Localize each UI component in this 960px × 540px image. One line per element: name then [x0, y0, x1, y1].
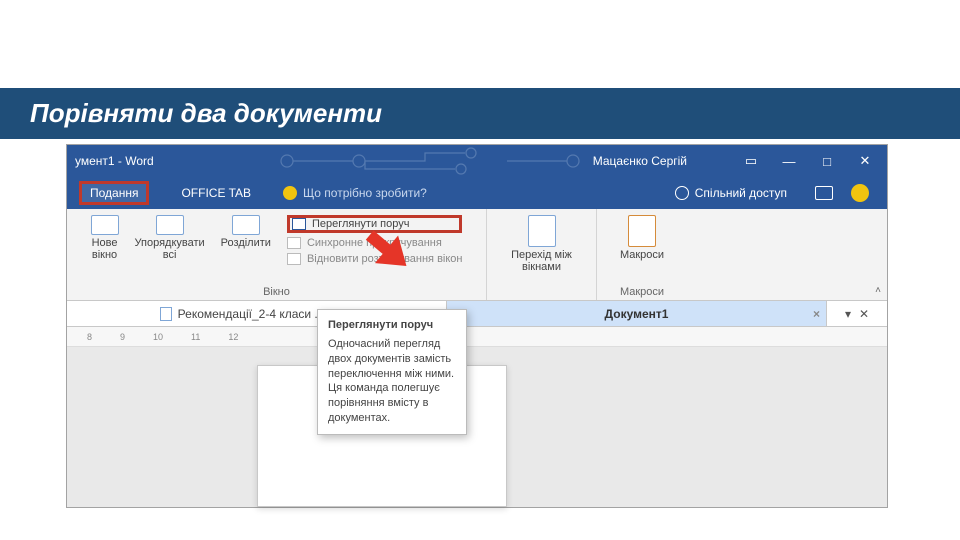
titlebar: умент1 - Word Мацаєнко Сергій ▭ — □ ✕ [67, 145, 887, 177]
maximize-button[interactable]: □ [809, 149, 845, 173]
document-icon [160, 307, 172, 321]
ribbon: Нове вікно Упорядкувати всі Розділити Пе… [67, 209, 887, 301]
tell-me-box[interactable]: Що потрібно зробити? [283, 186, 427, 200]
page-area [67, 347, 887, 507]
close-tab-icon[interactable]: × [813, 307, 820, 321]
switch-windows-icon [528, 215, 556, 247]
split-icon [232, 215, 260, 235]
document-title: умент1 - Word [75, 154, 154, 168]
side-by-side-icon [292, 218, 306, 230]
tab-menu-button[interactable]: ▾ [845, 307, 851, 321]
switch-windows-label: Перехід між вікнами [511, 249, 572, 273]
arrange-all-button[interactable]: Упорядкувати всі [135, 215, 205, 261]
callout-arrow [355, 218, 415, 278]
arrange-all-label: Упорядкувати всі [135, 237, 205, 261]
tooltip-side-by-side: Переглянути поруч Одночасний перегляд дв… [317, 309, 467, 435]
tooltip-title: Переглянути поруч [328, 318, 456, 333]
new-window-button[interactable]: Нове вікно [91, 215, 119, 261]
ruler-mark: 12 [228, 332, 238, 342]
macros-button[interactable]: Макроси [620, 215, 664, 261]
slide-title: Порівняти два документи [0, 88, 960, 139]
lightbulb-icon [283, 186, 297, 200]
close-button[interactable]: ✕ [847, 149, 883, 173]
ruler[interactable]: 8 9 10 11 12 16 18 [67, 327, 887, 347]
split-button[interactable]: Розділити [221, 215, 271, 249]
doc-tab-2[interactable]: Документ1 × [447, 301, 827, 326]
ribbon-tabs: Подання OFFICE TAB Що потрібно зробити? … [67, 177, 887, 209]
group-macros: Макроси Макроси [597, 209, 687, 300]
share-label: Спільний доступ [695, 186, 787, 200]
feedback-smiley-icon[interactable] [851, 184, 869, 202]
group-switch-windows: Перехід між вікнами [487, 209, 597, 300]
tabstrip-controls: ▾ ✕ [827, 301, 887, 326]
split-label: Розділити [221, 237, 271, 249]
ruler-mark: 9 [120, 332, 125, 342]
ruler-mark: 11 [191, 332, 200, 342]
tell-me-label: Що потрібно зробити? [303, 186, 427, 200]
comments-icon[interactable] [815, 186, 833, 200]
macros-label: Макроси [620, 249, 664, 261]
tab-close-all-button[interactable]: ✕ [859, 307, 869, 321]
collapse-ribbon-button[interactable]: ˄ [875, 285, 881, 296]
group-window: Нове вікно Упорядкувати всі Розділити Пе… [67, 209, 487, 300]
macros-icon [628, 215, 656, 247]
window-controls: ▭ — □ ✕ [733, 149, 883, 173]
sync-scroll-icon [287, 237, 301, 249]
tooltip-body: Одночасний перегляд двох документів замі… [328, 337, 456, 426]
group-window-label: Вікно [263, 282, 290, 298]
group-macros-label: Макроси [620, 282, 664, 298]
reset-pos-icon [287, 253, 301, 265]
tab-view[interactable]: Подання [79, 181, 149, 205]
user-name: Мацаєнко Сергій [593, 154, 687, 168]
switch-windows-button[interactable]: Перехід між вікнами [511, 215, 572, 273]
ruler-mark: 10 [153, 332, 163, 342]
tab-office[interactable]: OFFICE TAB [171, 182, 261, 204]
arrange-all-icon [156, 215, 184, 235]
ribbon-display-button[interactable]: ▭ [733, 149, 769, 173]
new-window-icon [91, 215, 119, 235]
share-icon [675, 186, 689, 200]
word-window: умент1 - Word Мацаєнко Сергій ▭ — □ ✕ По… [66, 144, 888, 508]
ruler-mark: 8 [87, 332, 92, 342]
new-window-label: Нове вікно [92, 237, 118, 261]
minimize-button[interactable]: — [771, 149, 807, 173]
document-tabstrip: Рекомендації_2-4 класи ...ика... Докумен… [67, 301, 887, 327]
doc-tab-2-label: Документ1 [605, 307, 669, 321]
share-button[interactable]: Спільний доступ [675, 186, 787, 200]
